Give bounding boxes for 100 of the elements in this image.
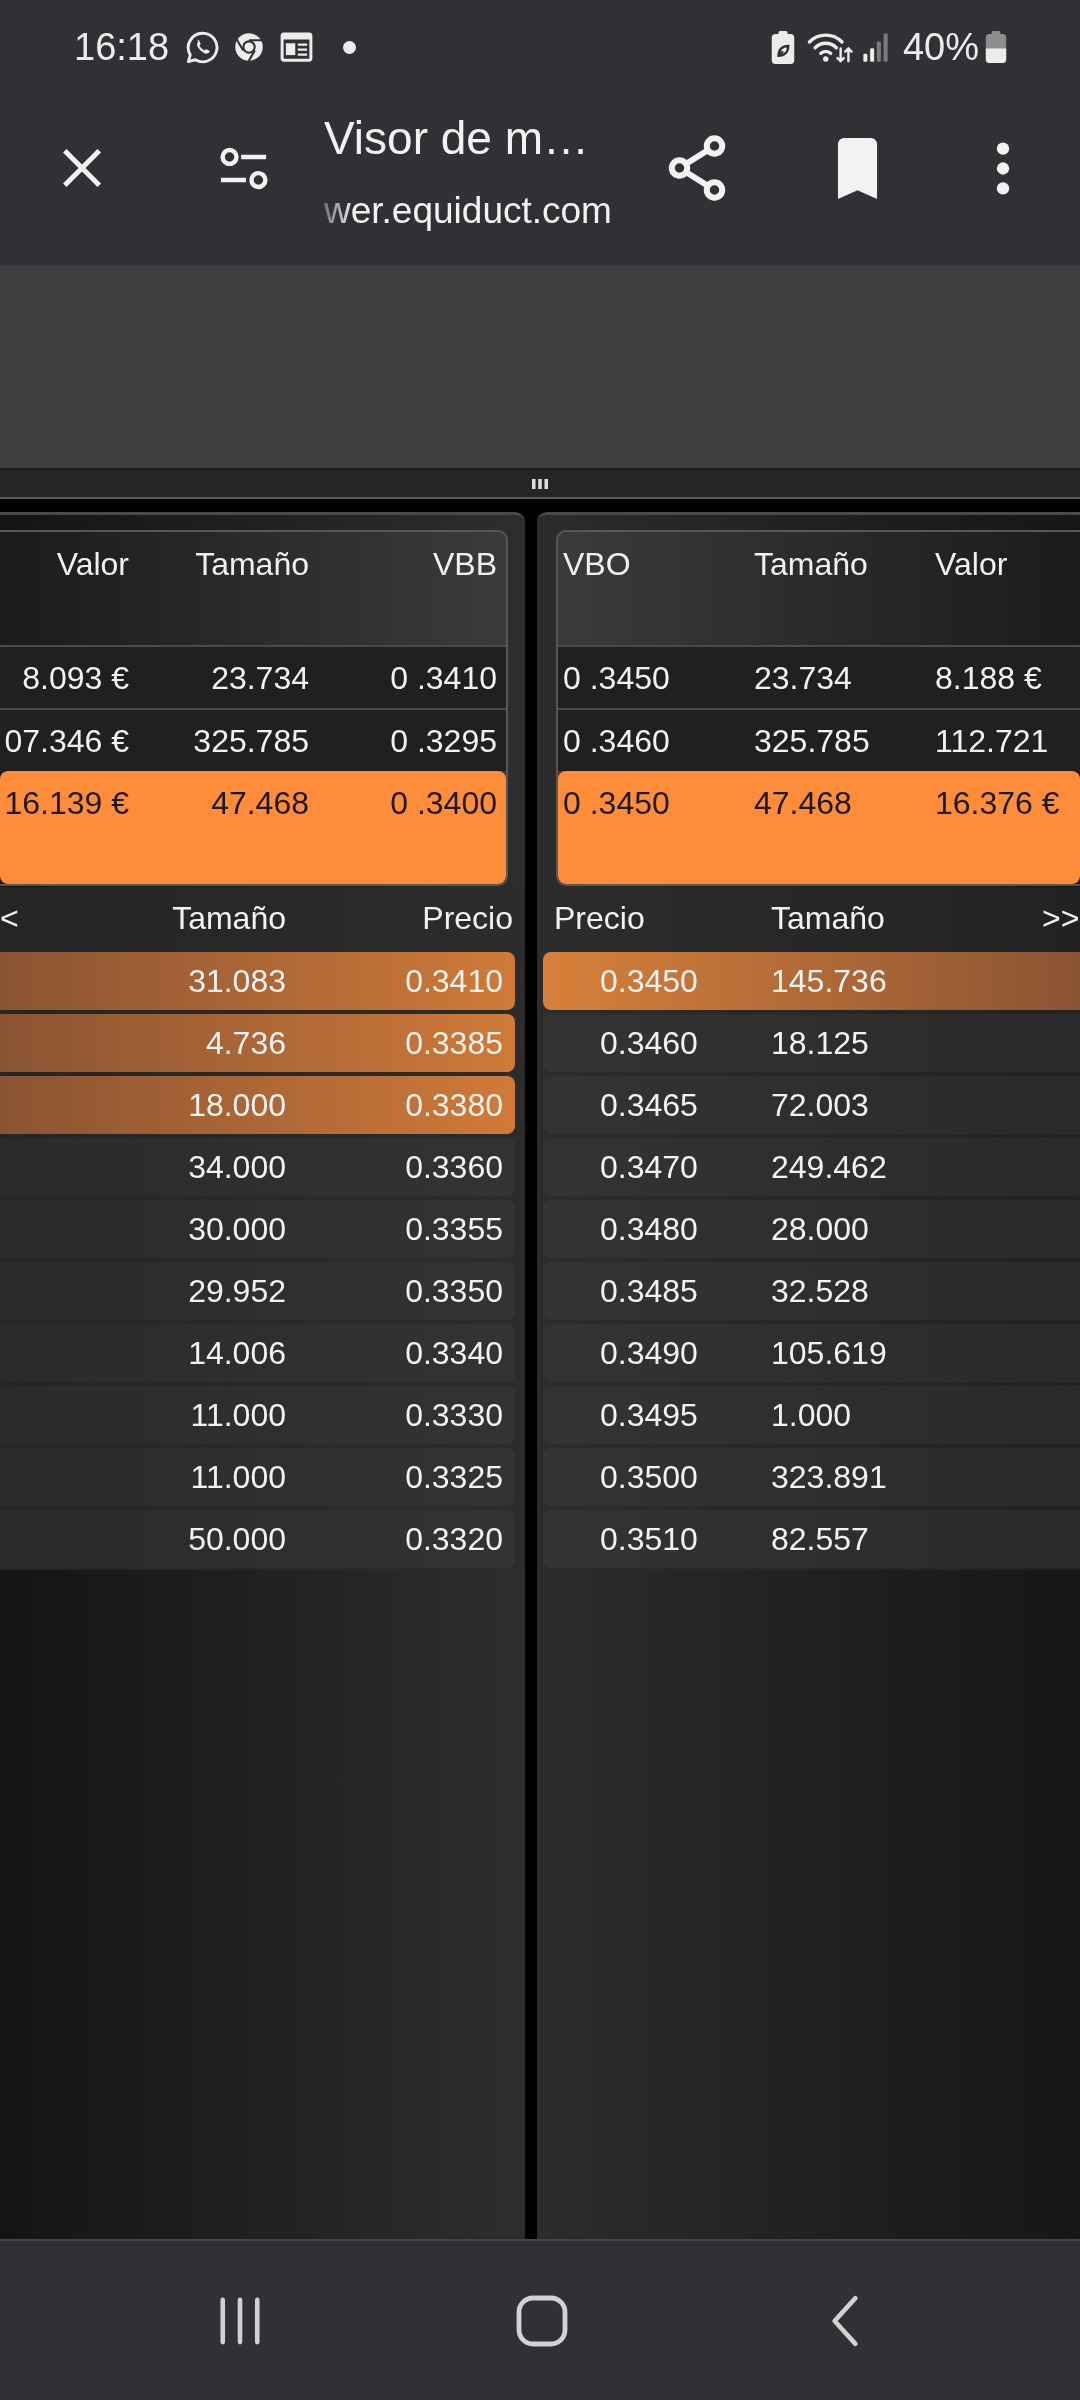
table-cell: 50.000 xyxy=(188,1520,286,1558)
book-row[interactable]: 0.3470 249.462 xyxy=(543,1138,1080,1196)
book-row[interactable]: 0.3495 1.000 xyxy=(543,1386,1080,1444)
table-cell: 34.000 xyxy=(188,1148,286,1186)
table-cell: 0.3460 xyxy=(600,1024,698,1062)
book-row[interactable]: 31.083 0.3410 xyxy=(0,952,515,1010)
table-cell: 0 .3450 xyxy=(563,658,670,697)
battery-icon xyxy=(985,31,1007,63)
table-cell: 14.006 xyxy=(188,1334,286,1372)
column-header: Precio xyxy=(422,899,513,937)
book-row[interactable]: 0.3510 82.557 xyxy=(543,1510,1080,1568)
table-cell: 0.3510 xyxy=(600,1520,698,1558)
table-cell: 30.000 xyxy=(188,1210,286,1248)
table-cell: 105.619 xyxy=(771,1334,887,1372)
book-row[interactable]: 34.000 0.3360 xyxy=(0,1138,515,1196)
notification-dot-icon xyxy=(343,40,357,54)
page-title: Visor de m… xyxy=(324,111,590,165)
table-cell: 47.468 xyxy=(754,784,852,822)
back-button[interactable] xyxy=(830,2293,860,2348)
book-row[interactable]: 0.3480 28.000 xyxy=(543,1200,1080,1258)
table-cell: 0.3350 xyxy=(405,1272,503,1310)
book-row[interactable]: 0.3500 323.891 xyxy=(543,1448,1080,1506)
column-header: Valor xyxy=(56,545,129,583)
column-header: Tamaño xyxy=(771,899,885,937)
book-row[interactable]: 50.000 0.3320 xyxy=(0,1510,515,1568)
column-header: VBO xyxy=(563,545,631,583)
book-row[interactable]: 4.736 0.3385 xyxy=(0,1014,515,1072)
table-cell: 0.3485 xyxy=(600,1272,698,1310)
column-header: Valor xyxy=(935,545,1008,583)
table-cell: 112.721 xyxy=(935,721,1049,760)
book-row[interactable]: 18.000 0.3380 xyxy=(0,1076,515,1134)
table-cell: 23.734 xyxy=(211,658,309,697)
recent-apps-button[interactable] xyxy=(217,2295,263,2346)
column-header: VBB xyxy=(432,545,497,583)
table-cell: 323.891 xyxy=(771,1458,887,1496)
table-cell: 0.3480 xyxy=(600,1210,698,1248)
column-header: Tamaño xyxy=(195,545,309,583)
table-cell: 145.736 xyxy=(771,962,887,1000)
newspaper-icon xyxy=(280,32,314,62)
scroll-arrow-button[interactable]: < xyxy=(0,899,19,937)
home-button[interactable] xyxy=(516,2294,568,2347)
table-cell: 249.462 xyxy=(771,1148,887,1186)
table-cell: 0.3320 xyxy=(405,1520,503,1558)
book-row[interactable]: 11.000 0.3330 xyxy=(0,1386,515,1444)
table-cell: 325.785 xyxy=(754,721,870,760)
clock-time: 16:18 xyxy=(74,25,170,69)
signal-icon xyxy=(861,32,889,62)
table-cell: 16.376 € xyxy=(935,784,1060,822)
table-cell: 325.785 xyxy=(193,721,309,760)
table-cell: 23.734 xyxy=(754,658,852,697)
table-cell: 32.528 xyxy=(771,1272,869,1310)
table-cell: 0.3360 xyxy=(405,1148,503,1186)
book-row[interactable]: 0.3465 72.003 xyxy=(543,1076,1080,1134)
share-icon xyxy=(667,135,727,201)
book-row[interactable]: 0.3490 105.619 xyxy=(543,1324,1080,1382)
table-cell: 0.3465 xyxy=(600,1086,698,1124)
table-cell: 0.3500 xyxy=(600,1458,698,1496)
table-cell: 0.3450 xyxy=(600,962,698,1000)
grip-icon xyxy=(532,478,548,489)
table-cell: 11.000 xyxy=(190,1396,286,1434)
scroll-arrow-button[interactable]: >> xyxy=(1042,899,1080,937)
book-row[interactable]: 11.000 0.3325 xyxy=(0,1448,515,1506)
table-cell: 72.003 xyxy=(771,1086,869,1124)
battery-saver-icon xyxy=(770,30,795,64)
table-cell: 28.000 xyxy=(771,1210,869,1248)
book-row[interactable]: 0.3460 18.125 xyxy=(543,1014,1080,1072)
book-row[interactable]: 29.952 0.3350 xyxy=(0,1262,515,1320)
table-cell: 0.3470 xyxy=(600,1148,698,1186)
table-cell: 47.468 xyxy=(211,784,309,822)
table-cell: 07.346 € xyxy=(4,721,129,760)
table-cell: 0.3385 xyxy=(405,1024,503,1062)
column-header: Precio xyxy=(554,899,645,937)
table-cell: 0.3325 xyxy=(405,1458,503,1496)
table-cell: 82.557 xyxy=(771,1520,869,1558)
table-cell: 16.139 € xyxy=(4,784,129,822)
more-vertical-icon xyxy=(995,141,1011,195)
book-row[interactable]: 14.006 0.3340 xyxy=(0,1324,515,1382)
book-row[interactable]: 0.3450 145.736 xyxy=(543,952,1080,1010)
table-cell: 11.000 xyxy=(190,1458,286,1496)
battery-percent: 40% xyxy=(902,25,979,69)
recent-apps-icon xyxy=(217,2295,263,2346)
column-header: Tamaño xyxy=(754,545,868,583)
back-icon xyxy=(830,2293,860,2348)
table-cell: 0 .3400 xyxy=(390,784,497,822)
table-cell: 8.188 € xyxy=(935,658,1042,697)
table-cell: 29.952 xyxy=(188,1272,286,1310)
table-cell: 31.083 xyxy=(188,962,286,1000)
table-cell: 0.3380 xyxy=(405,1086,503,1124)
book-row[interactable]: 30.000 0.3355 xyxy=(0,1200,515,1258)
table-cell: 18.000 xyxy=(188,1086,286,1124)
table-cell: 4.736 xyxy=(205,1024,286,1062)
sliders-icon xyxy=(219,146,269,190)
page-url: wer.equiduct.com xyxy=(324,189,612,233)
table-cell: 18.125 xyxy=(771,1024,869,1062)
table-cell: 0.3495 xyxy=(600,1396,698,1434)
chat-bubble-icon xyxy=(185,29,221,65)
wifi-icon xyxy=(806,30,853,64)
table-cell: 0.3355 xyxy=(405,1210,503,1248)
book-row[interactable]: 0.3485 32.528 xyxy=(543,1262,1080,1320)
table-cell: 1.000 xyxy=(771,1396,852,1434)
